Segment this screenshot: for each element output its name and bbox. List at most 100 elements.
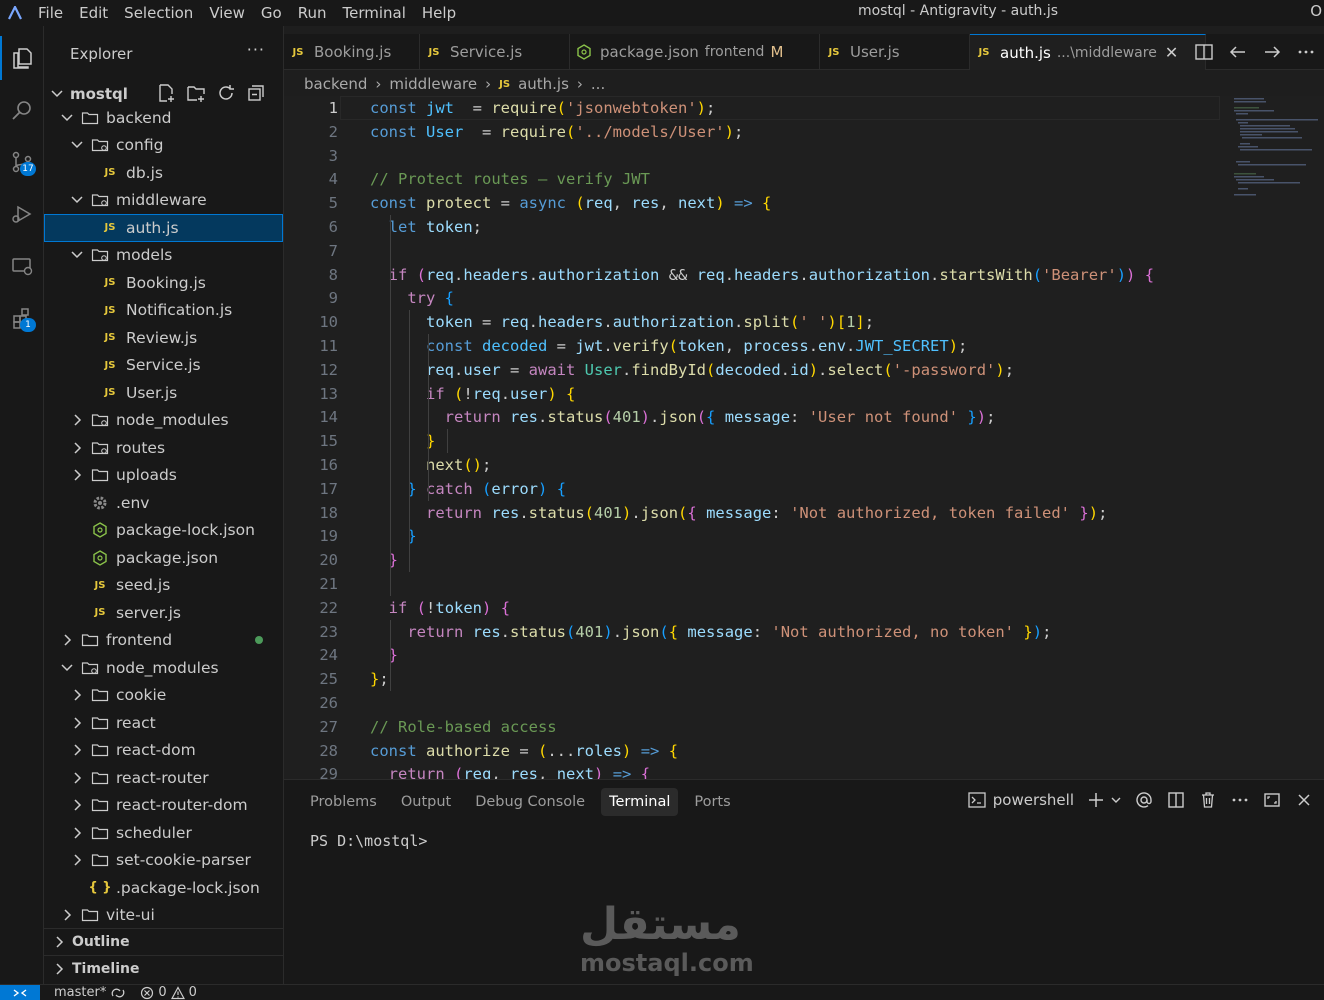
panel-tab-debug-console[interactable]: Debug Console [467, 788, 593, 816]
outline-section[interactable]: Outline [44, 928, 283, 955]
close-icon[interactable] [1294, 790, 1314, 810]
tree-item-react-dom[interactable]: react-dom [44, 737, 283, 765]
tree-item-frontend[interactable]: frontend [44, 627, 283, 655]
panel-tab-ports[interactable]: Ports [686, 788, 738, 816]
tree-item-middleware[interactable]: middleware [44, 187, 283, 215]
tree-item-package-json[interactable]: package.json [44, 544, 283, 572]
copilot-mention-icon[interactable] [1134, 790, 1154, 810]
tree-item-service-js[interactable]: JS Service.js [44, 352, 283, 380]
new-folder-icon[interactable] [185, 82, 207, 104]
tab-auth-js[interactable]: JS auth.js ...\middleware ✕ [970, 34, 1206, 70]
new-file-icon[interactable] [155, 82, 177, 104]
tree-item-seed-js[interactable]: JS seed.js [44, 572, 283, 600]
tree-item-models[interactable]: models [44, 242, 283, 270]
explorer-icon[interactable] [0, 36, 44, 80]
chevron-down-icon[interactable] [1110, 794, 1122, 806]
more-icon[interactable] [1296, 42, 1316, 62]
more-actions-icon[interactable]: ··· [247, 40, 265, 59]
tree-item-env[interactable]: .env [44, 489, 283, 517]
git-branch[interactable]: master* [54, 985, 126, 1000]
tree-item-react-router[interactable]: react-router [44, 764, 283, 792]
tree-item-backend[interactable]: backend [44, 104, 283, 132]
tree-item-label: package-lock.json [116, 521, 255, 540]
breadcrumb-file[interactable]: auth.js [518, 75, 569, 93]
tree-item-routes[interactable]: routes [44, 434, 283, 462]
new-terminal-icon[interactable] [1086, 790, 1106, 810]
more-icon[interactable] [1230, 790, 1250, 810]
line-number: 21 [319, 575, 338, 593]
tree-item-auth-js[interactable]: JS auth.js [44, 214, 283, 242]
chevron-right-icon [70, 771, 84, 785]
maximize-panel-icon[interactable] [1262, 790, 1282, 810]
chevron-down-icon [70, 193, 84, 207]
terminal-prompt[interactable]: PS D:\mostql> [310, 832, 427, 850]
source-control-icon[interactable]: 17 [0, 140, 44, 184]
panel-tab-output[interactable]: Output [393, 788, 459, 816]
remote-explorer-icon[interactable] [0, 244, 44, 288]
code-text: let token; [388, 218, 483, 236]
tree-item-label: backend [106, 108, 172, 127]
breadcrumb-backend[interactable]: backend [304, 75, 367, 93]
breadcrumb-middleware[interactable]: middleware [389, 75, 477, 93]
code-text: // Protect routes — verify JWT [370, 170, 650, 189]
tab-user-js[interactable]: JS User.js [820, 34, 970, 70]
status-bar: master* 0 0 [0, 984, 1324, 1000]
workspace-root-label: mostql [70, 85, 128, 103]
folder-icon [90, 191, 110, 209]
timeline-section[interactable]: Timeline [44, 955, 283, 982]
tree-item-db-js[interactable]: JS db.js [44, 159, 283, 187]
split-terminal-icon[interactable] [1166, 790, 1186, 810]
tree-item-node-modules[interactable]: node_modules [44, 654, 283, 682]
extensions-icon[interactable]: 1 [0, 296, 44, 340]
tree-item-vite-ui[interactable]: vite-ui [44, 902, 283, 930]
remote-indicator-icon[interactable] [0, 984, 40, 1000]
collapse-all-icon[interactable] [245, 82, 267, 104]
tree-item-booking-js[interactable]: JS Booking.js [44, 269, 283, 297]
code-editor[interactable]: 1 const jwt = require('jsonwebtoken'); 2 co… [284, 96, 1324, 779]
tree-item-react[interactable]: react [44, 709, 283, 737]
problems-indicator[interactable]: 0 0 [140, 985, 197, 1000]
code-line: 17 } catch (error) { [284, 478, 1324, 502]
tree-item-set-cookie-parser[interactable]: set-cookie-parser [44, 847, 283, 875]
bottom-panel: Problems Output Debug Console Terminal Ports… [284, 779, 1324, 984]
search-icon[interactable] [0, 88, 44, 132]
terminal-shell-name[interactable]: powershell [993, 791, 1074, 809]
line-number: 12 [319, 360, 338, 379]
trash-icon[interactable] [1198, 790, 1218, 810]
refresh-icon[interactable] [215, 82, 237, 104]
tree-item-cookie[interactable]: cookie [44, 682, 283, 710]
tree-item-package-lock-json[interactable]: { } .package-lock.json [44, 874, 283, 902]
code-text: if (!req.user) { [426, 384, 576, 403]
go-forward-icon[interactable] [1262, 42, 1282, 62]
tree-item-label: node_modules [106, 658, 219, 677]
tree-item-user-js[interactable]: JS User.js [44, 379, 283, 407]
tab-booking-js[interactable]: JS Booking.js [284, 34, 420, 70]
line-number: 3 [328, 146, 338, 165]
folder-icon [90, 851, 110, 869]
tree-item-config[interactable]: config [44, 132, 283, 160]
tree-item-server-js[interactable]: JS server.js [44, 599, 283, 627]
tab-service-js[interactable]: JS Service.js [420, 34, 570, 70]
go-back-icon[interactable] [1228, 42, 1248, 62]
panel-tab-problems[interactable]: Problems [302, 788, 385, 816]
chevron-down-icon [70, 138, 84, 152]
chevron-down-icon [70, 248, 84, 262]
folder-icon [90, 246, 110, 264]
tree-item-label: scheduler [116, 823, 192, 842]
tree-item-uploads[interactable]: uploads [44, 462, 283, 490]
tree-item-review-js[interactable]: JS Review.js [44, 324, 283, 352]
tab-package-json[interactable]: package.json frontend M [570, 34, 820, 70]
folder-icon [90, 411, 110, 429]
tree-item-notification-js[interactable]: JS Notification.js [44, 297, 283, 325]
tree-item-node-modules[interactable]: node_modules [44, 407, 283, 435]
error-icon [141, 986, 154, 999]
panel-tab-terminal[interactable]: Terminal [601, 788, 679, 816]
tree-item-react-router-dom[interactable]: react-router-dom [44, 792, 283, 820]
run-debug-icon[interactable] [0, 192, 44, 236]
chevron-right-icon [70, 798, 84, 812]
tree-item-package-lock-json[interactable]: package-lock.json [44, 517, 283, 545]
breadcrumb-symbols[interactable]: ... [591, 75, 605, 93]
split-editor-icon[interactable] [1194, 42, 1214, 62]
close-icon[interactable]: ✕ [1165, 43, 1178, 62]
tree-item-scheduler[interactable]: scheduler [44, 819, 283, 847]
